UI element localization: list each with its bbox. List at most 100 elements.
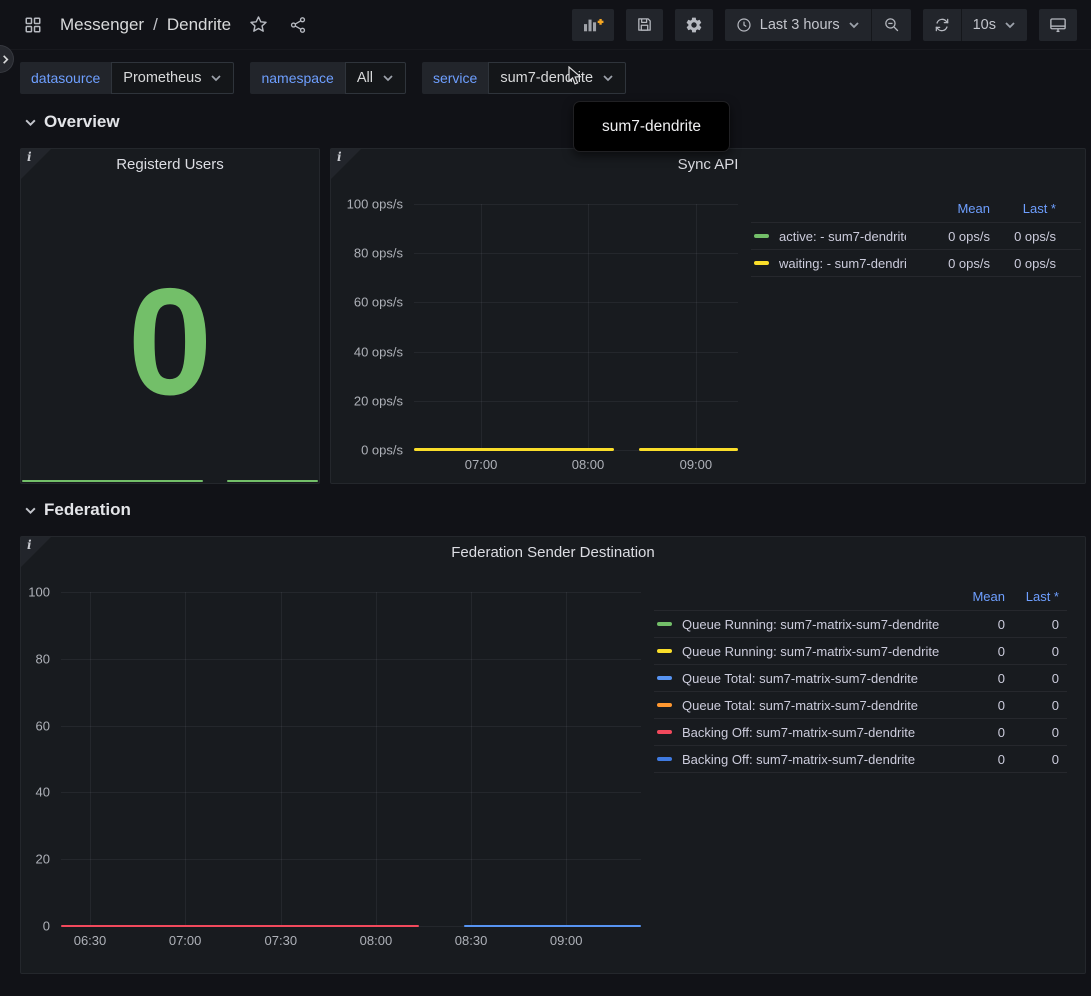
- refresh-dashboard-button[interactable]: [923, 9, 961, 41]
- series-mean-value: 0: [945, 752, 1005, 767]
- series-last-value: 0: [1005, 644, 1059, 659]
- x-tick-label: 09:00: [680, 457, 713, 472]
- gridline-horizontal: [414, 253, 738, 254]
- share-icon[interactable]: [285, 12, 311, 38]
- series-name[interactable]: Queue Total: sum7-matrix-sum7-dendrite: [682, 671, 945, 686]
- x-tick-label: 08:00: [572, 457, 605, 472]
- refresh-interval-label: 10s: [973, 17, 996, 33]
- refresh-interval-picker[interactable]: 10s: [962, 9, 1027, 41]
- legend-header-last[interactable]: Last *: [990, 201, 1056, 216]
- variable-label: service: [422, 62, 488, 94]
- series-name[interactable]: Queue Running: sum7-matrix-sum7-dendrite: [682, 617, 945, 632]
- section-row-federation[interactable]: Federation: [24, 500, 131, 520]
- legend-row[interactable]: Backing Off: sum7-matrix-sum7-dendrite00: [654, 745, 1067, 772]
- breadcrumb-app[interactable]: Messenger: [60, 15, 144, 35]
- gridline-horizontal: [61, 659, 641, 660]
- series-color-dash: [657, 703, 672, 707]
- gridline-horizontal: [414, 401, 738, 402]
- series-name[interactable]: Queue Running: sum7-matrix-sum7-dendrite: [682, 644, 945, 659]
- x-tick-label: 07:00: [465, 457, 498, 472]
- add-panel-button[interactable]: [572, 9, 614, 41]
- gridline-vertical: [588, 204, 589, 450]
- chevron-down-icon: [848, 19, 860, 31]
- gridline-vertical: [696, 204, 697, 450]
- gridline-horizontal: [61, 859, 641, 860]
- y-axis-labels: 100 ops/s80 ops/s60 ops/s40 ops/s20 ops/…: [331, 204, 403, 450]
- series-last-value: 0: [1005, 671, 1059, 686]
- panel-registered-users[interactable]: i Registerd Users 0: [20, 148, 320, 484]
- series-name[interactable]: waiting: - sum7-dendrite: [779, 256, 906, 271]
- legend-row[interactable]: Backing Off: sum7-matrix-sum7-dendrite00: [654, 718, 1067, 745]
- panel-federation-sender-destination[interactable]: i Federation Sender Destination 10080604…: [20, 536, 1086, 974]
- breadcrumb: Messenger / Dendrite: [60, 15, 231, 35]
- legend-row[interactable]: waiting: - sum7-dendrite0 ops/s0 ops/s: [751, 249, 1081, 276]
- gridline-horizontal: [61, 792, 641, 793]
- legend-table: MeanLast *active: - sum7-dendrite0 ops/s…: [751, 195, 1081, 277]
- series-last-value: 0 ops/s: [990, 229, 1056, 244]
- y-tick-label: 60 ops/s: [354, 295, 403, 310]
- plot-area[interactable]: [414, 204, 738, 450]
- panel-title[interactable]: Registerd Users: [21, 156, 319, 173]
- series-line-segment: [22, 480, 203, 482]
- service-value-tooltip: sum7-dendrite: [573, 101, 730, 152]
- legend-row[interactable]: Queue Total: sum7-matrix-sum7-dendrite00: [654, 664, 1067, 691]
- legend-header-last[interactable]: Last *: [1005, 589, 1059, 604]
- legend-header-mean[interactable]: Mean: [945, 589, 1005, 604]
- gridline-vertical: [566, 592, 567, 926]
- series-line-segment: [464, 925, 641, 927]
- series-mean-value: 0: [945, 644, 1005, 659]
- panel-sync-api[interactable]: i Sync API 100 ops/s80 ops/s60 ops/s40 o…: [330, 148, 1086, 484]
- chevron-down-icon: [1004, 19, 1016, 31]
- gridline-horizontal: [414, 302, 738, 303]
- y-tick-label: 100: [28, 585, 50, 600]
- series-color-dash: [657, 730, 672, 734]
- chevron-right-icon: [0, 54, 11, 65]
- breadcrumb-page[interactable]: Dendrite: [167, 15, 231, 35]
- variable-value: Prometheus: [123, 70, 201, 86]
- legend-row[interactable]: active: - sum7-dendrite0 ops/s0 ops/s: [751, 222, 1081, 249]
- x-tick-label: 08:30: [455, 933, 488, 948]
- section-title: Federation: [44, 500, 131, 520]
- tv-kiosk-mode-button[interactable]: [1039, 9, 1077, 41]
- stat-sparkline: [22, 478, 318, 481]
- time-picker-group: Last 3 hours: [725, 9, 911, 41]
- refresh-group: 10s: [923, 9, 1027, 41]
- series-mean-value: 0: [945, 671, 1005, 686]
- variable-label: namespace: [250, 62, 344, 94]
- gridline-vertical: [90, 592, 91, 926]
- series-last-value: 0: [1005, 698, 1059, 713]
- y-tick-label: 0 ops/s: [361, 443, 403, 458]
- time-range-label: Last 3 hours: [760, 17, 840, 33]
- x-tick-label: 08:00: [360, 933, 393, 948]
- section-row-overview[interactable]: Overview: [24, 112, 120, 132]
- y-tick-label: 0: [43, 919, 50, 934]
- variable-service: service sum7-dendrite: [422, 62, 626, 94]
- legend-row[interactable]: Queue Running: sum7-matrix-sum7-dendrite…: [654, 610, 1067, 637]
- series-name[interactable]: active: - sum7-dendrite: [779, 229, 906, 244]
- series-name[interactable]: Backing Off: sum7-matrix-sum7-dendrite: [682, 752, 945, 767]
- service-picker[interactable]: sum7-dendrite: [488, 62, 626, 94]
- tooltip-text: sum7-dendrite: [602, 118, 701, 136]
- series-mean-value: 0: [945, 725, 1005, 740]
- namespace-picker[interactable]: All: [345, 62, 406, 94]
- star-favorite-icon[interactable]: [245, 12, 271, 38]
- time-range-picker[interactable]: Last 3 hours: [725, 9, 871, 41]
- x-tick-label: 07:30: [265, 933, 298, 948]
- save-dashboard-button[interactable]: [626, 9, 663, 41]
- series-name[interactable]: Queue Total: sum7-matrix-sum7-dendrite: [682, 698, 945, 713]
- legend-row[interactable]: Queue Total: sum7-matrix-sum7-dendrite00: [654, 691, 1067, 718]
- dashboards-grid-icon[interactable]: [20, 12, 46, 38]
- datasource-picker[interactable]: Prometheus: [111, 62, 234, 94]
- plot-area[interactable]: [61, 592, 641, 926]
- dashboard-variables-row: datasource Prometheus namespace All serv…: [20, 62, 626, 94]
- legend-row[interactable]: Queue Running: sum7-matrix-sum7-dendrite…: [654, 637, 1067, 664]
- dashboard-settings-gear-icon[interactable]: [675, 9, 713, 41]
- series-last-value: 0: [1005, 725, 1059, 740]
- series-name[interactable]: Backing Off: sum7-matrix-sum7-dendrite: [682, 725, 945, 740]
- series-mean-value: 0 ops/s: [906, 256, 990, 271]
- x-axis-labels: 06:3007:0007:3008:0008:3009:00: [61, 933, 641, 951]
- legend-header-mean[interactable]: Mean: [906, 201, 990, 216]
- x-tick-label: 06:30: [74, 933, 107, 948]
- zoom-out-time-button[interactable]: [872, 9, 911, 41]
- series-color-dash: [657, 757, 672, 761]
